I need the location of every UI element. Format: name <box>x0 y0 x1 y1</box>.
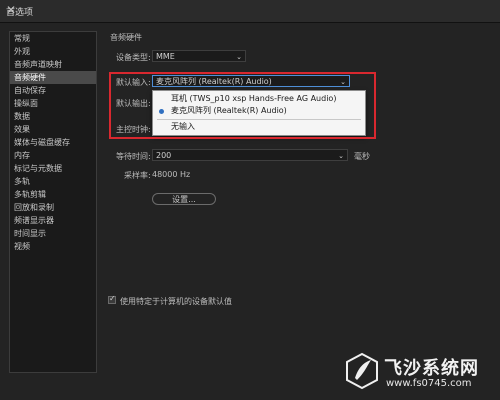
latency-unit: 毫秒 <box>354 152 370 161</box>
option-label: 耳机 (TWS_p10 xsp Hands-Free AG Audio) <box>171 94 337 103</box>
sidebar-item-time-display[interactable]: 时间显示 <box>10 227 96 240</box>
sidebar: 常规 外观 音频声道映射 音频硬件 自动保存 操纵面 数据 效果 媒体与磁盘缓存… <box>9 31 97 373</box>
default-output-label: 默认输出: <box>116 99 151 108</box>
sidebar-item-channel-mapping[interactable]: 音频声道映射 <box>10 58 96 71</box>
sidebar-item-general[interactable]: 常规 <box>10 32 96 45</box>
device-type-select[interactable]: MME ⌄ <box>152 50 246 62</box>
option-label: 麦克风阵列 (Realtek(R) Audio) <box>171 106 287 115</box>
chevron-down-icon: ⌄ <box>236 53 242 61</box>
default-input-select[interactable]: 麦克风阵列 (Realtek(R) Audio) ⌄ <box>152 75 350 87</box>
watermark-url: www.fs0745.com <box>386 378 472 389</box>
title-bar: 首选项 ✕ <box>0 0 500 23</box>
master-clock-label: 主控时钟: <box>116 125 151 134</box>
sidebar-item-autosave[interactable]: 自动保存 <box>10 84 96 97</box>
watermark-logo-icon <box>346 352 378 390</box>
latency-value: 200 <box>156 151 172 160</box>
device-type-value: MME <box>156 52 175 61</box>
dropdown-option-mic-array[interactable]: 麦克风阵列 (Realtek(R) Audio) <box>153 105 365 117</box>
sidebar-item-multitrack[interactable]: 多轨 <box>10 175 96 188</box>
sidebar-item-control-surface[interactable]: 操纵面 <box>10 97 96 110</box>
latency-label: 等待时间: <box>116 152 151 161</box>
watermark-title: 飞沙系统网 <box>384 358 479 379</box>
default-input-label: 默认输入: <box>116 78 151 87</box>
sidebar-item-appearance[interactable]: 外观 <box>10 45 96 58</box>
sidebar-item-media-cache[interactable]: 媒体与磁盘缓存 <box>10 136 96 149</box>
device-type-label: 设备类型: <box>116 53 151 62</box>
selected-bullet-icon <box>159 109 164 114</box>
sidebar-item-effects[interactable]: 效果 <box>10 123 96 136</box>
sidebar-item-multitrack-clips[interactable]: 多轨剪辑 <box>10 188 96 201</box>
input-dropdown-list: 耳机 (TWS_p10 xsp Hands-Free AG Audio) 麦克风… <box>152 90 366 136</box>
sidebar-item-playback-recording[interactable]: 回放和录制 <box>10 201 96 214</box>
sidebar-item-memory[interactable]: 内存 <box>10 149 96 162</box>
chevron-down-icon: ⌄ <box>340 78 346 86</box>
section-title: 音频硬件 <box>110 33 142 42</box>
dropdown-option-headset[interactable]: 耳机 (TWS_p10 xsp Hands-Free AG Audio) <box>153 93 365 105</box>
chevron-down-icon: ⌄ <box>338 152 344 160</box>
sidebar-item-spectral-display[interactable]: 频谱显示器 <box>10 214 96 227</box>
sidebar-item-data[interactable]: 数据 <box>10 110 96 123</box>
device-default-checkbox[interactable] <box>108 294 116 304</box>
settings-button[interactable]: 设置... <box>152 193 216 205</box>
sample-rate-label: 采样率: <box>124 171 151 180</box>
dropdown-divider <box>157 119 361 120</box>
device-default-checkbox-label: 使用特定于计算机的设备默认值 <box>120 297 232 306</box>
sidebar-item-audio-hardware[interactable]: 音频硬件 <box>10 71 96 84</box>
sidebar-item-markers-metadata[interactable]: 标记与元数据 <box>10 162 96 175</box>
default-input-value: 麦克风阵列 (Realtek(R) Audio) <box>156 77 272 86</box>
option-label: 无输入 <box>171 122 195 131</box>
latency-select[interactable]: 200 ⌄ <box>152 149 348 161</box>
dropdown-option-no-input[interactable]: 无输入 <box>153 121 365 133</box>
sample-rate-value: 48000 Hz <box>152 170 191 179</box>
sidebar-item-video[interactable]: 视频 <box>10 240 96 253</box>
close-icon[interactable]: ✕ <box>6 3 492 17</box>
